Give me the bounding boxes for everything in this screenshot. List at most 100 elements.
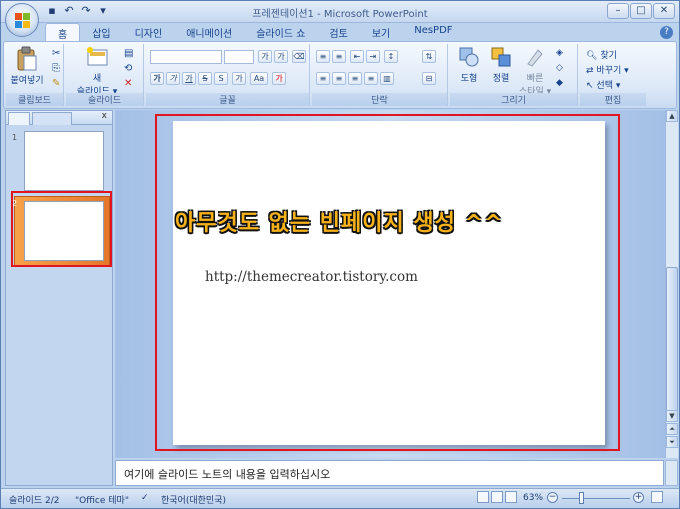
shapes-label: 도형 <box>460 74 478 84</box>
align-text-icon[interactable]: ⊟ <box>422 72 436 85</box>
columns-icon[interactable]: ▥ <box>380 72 394 85</box>
close-button[interactable]: ✕ <box>653 3 675 19</box>
align-center-icon[interactable]: ≡ <box>332 72 346 85</box>
notes-scrollbar[interactable] <box>665 460 678 486</box>
quick-styles-button[interactable]: 빠른 스타일 ▾ <box>518 46 552 97</box>
paste-button[interactable]: 붙여넣기 <box>10 46 44 86</box>
replace-label: 바꾸기 ▾ <box>596 66 629 76</box>
paragraph-group-label: 단락 <box>312 93 447 106</box>
new-slide-button[interactable]: 새 슬라이드 ▾ <box>70 46 124 97</box>
vertical-scrollbar[interactable]: ▲ ▼ ⏶ ⏷ <box>665 110 678 458</box>
decrease-indent-icon[interactable]: ⇤ <box>350 50 364 63</box>
bullets-icon[interactable]: ≡ <box>316 50 330 63</box>
minimize-button[interactable]: – <box>607 3 629 19</box>
language[interactable]: 한국어(대한민국) <box>161 493 226 506</box>
notes-pane[interactable]: 여기에 슬라이드 노트의 내용을 입력하십시오 <box>115 460 664 486</box>
replace-button[interactable]: ⇄ 바꾸기 ▾ <box>586 63 629 76</box>
zoom-level[interactable]: 63% <box>523 493 543 503</box>
replace-icon: ⇄ <box>586 66 594 76</box>
shadow-button[interactable]: S <box>214 72 228 85</box>
shape-fill-icon[interactable]: ◈ <box>556 48 563 58</box>
zoom-in-icon[interactable]: + <box>633 492 644 503</box>
font-name-select[interactable] <box>150 50 222 64</box>
help-icon[interactable]: ? <box>660 26 673 39</box>
scroll-down-icon[interactable]: ▼ <box>666 410 678 422</box>
shapes-button[interactable]: 도형 <box>454 46 484 84</box>
zoom-slider-track[interactable] <box>562 498 630 499</box>
copy-icon[interactable]: ⎘ <box>52 63 60 74</box>
new-slide-icon <box>87 47 108 66</box>
save-icon[interactable]: ▪ <box>45 4 59 18</box>
office-button[interactable] <box>5 3 39 37</box>
undo-icon[interactable]: ↶ <box>62 4 76 18</box>
zoom-out-icon[interactable]: − <box>547 492 558 503</box>
select-icon: ↖ <box>586 81 594 91</box>
bold-button[interactable]: 가 <box>150 72 164 85</box>
tab-home[interactable]: 홈 <box>45 23 81 41</box>
tab-animations[interactable]: 애니메이션 <box>174 23 244 41</box>
maximize-button[interactable]: □ <box>630 3 652 19</box>
tab-slideshow[interactable]: 슬라이드 쇼 <box>244 23 317 41</box>
format-painter-icon[interactable]: ✎ <box>52 78 60 89</box>
italic-button[interactable]: 가 <box>166 72 180 85</box>
select-button[interactable]: ↖ 선택 ▾ <box>586 78 620 91</box>
slides-pane: x 1 2 <box>5 110 113 486</box>
previous-slide-icon[interactable]: ⏶ <box>666 423 678 435</box>
find-button[interactable]: 🔍︎ 찾기 <box>586 48 617 61</box>
normal-view-icon[interactable] <box>477 491 489 503</box>
align-left-icon[interactable]: ≡ <box>316 72 330 85</box>
tab-insert[interactable]: 삽입 <box>80 23 122 41</box>
scroll-up-icon[interactable]: ▲ <box>666 110 678 122</box>
thumbnail-red-highlight <box>11 191 112 267</box>
tab-nespdf[interactable]: NesPDF <box>402 23 464 41</box>
clear-format-icon[interactable]: ⌫ <box>292 50 306 63</box>
fit-to-window-icon[interactable] <box>651 491 663 503</box>
shape-effects-icon[interactable]: ◆ <box>556 78 563 88</box>
align-right-icon[interactable]: ≡ <box>348 72 362 85</box>
customize-qat-icon[interactable]: ▾ <box>96 4 110 18</box>
strikethrough-button[interactable]: S <box>198 72 212 85</box>
line-spacing-icon[interactable]: ↕ <box>384 50 398 63</box>
tab-view[interactable]: 보기 <box>360 23 402 41</box>
cut-icon[interactable]: ✂ <box>52 48 60 59</box>
redo-icon[interactable]: ↷ <box>79 4 93 18</box>
font-color-button[interactable]: 가 <box>272 72 286 85</box>
slide-sorter-icon[interactable] <box>491 491 503 503</box>
quick-styles-label-1: 빠른 <box>526 74 544 84</box>
reset-icon[interactable]: ⟲ <box>124 63 132 74</box>
font-size-select[interactable] <box>224 50 254 64</box>
change-case-button[interactable]: Aa <box>250 72 268 85</box>
drawing-group-label: 그리기 <box>450 93 577 106</box>
arrange-button[interactable]: 정렬 <box>486 46 516 84</box>
zoom-slider-knob[interactable] <box>579 492 584 504</box>
grow-font-button[interactable]: 가 <box>258 50 272 63</box>
numbering-icon[interactable]: ≡ <box>332 50 346 63</box>
slide-thumbnail-1[interactable] <box>24 131 104 191</box>
tab-slides[interactable] <box>8 112 30 125</box>
tab-design[interactable]: 디자인 <box>123 23 175 41</box>
status-bar: 슬라이드 2/2 "Office 테마" ✓ 한국어(대한민국) 63% − + <box>1 488 679 508</box>
font-group-label: 글꼴 <box>146 93 309 106</box>
slide-red-highlight <box>155 114 620 451</box>
shape-outline-icon[interactable]: ◇ <box>556 63 563 73</box>
slide-position: 슬라이드 2/2 <box>9 496 60 506</box>
powerpoint-window: 프레젠테이션1 - Microsoft PowerPoint ▪ ↶ ↷ ▾ –… <box>0 0 680 509</box>
next-slide-icon[interactable]: ⏷ <box>666 436 678 448</box>
tab-outline[interactable] <box>32 112 72 125</box>
shrink-font-button[interactable]: 가 <box>274 50 288 63</box>
spellcheck-icon[interactable]: ✓ <box>141 493 149 503</box>
tab-review[interactable]: 검토 <box>317 23 359 41</box>
quick-access-toolbar: ▪ ↶ ↷ ▾ <box>45 4 110 18</box>
underline-button[interactable]: 가 <box>182 72 196 85</box>
char-spacing-button[interactable]: 가 <box>232 72 246 85</box>
new-slide-label-1: 새 <box>92 74 102 84</box>
scroll-thumb[interactable] <box>666 267 678 415</box>
slideshow-view-icon[interactable] <box>505 491 517 503</box>
delete-slide-icon[interactable]: ✕ <box>124 78 132 89</box>
increase-indent-icon[interactable]: ⇥ <box>366 50 380 63</box>
pane-close-button[interactable]: x <box>102 111 107 121</box>
editing-group: 🔍︎ 찾기 ⇄ 바꾸기 ▾ ↖ 선택 ▾ 편집 <box>580 44 646 106</box>
layout-icon[interactable]: ▤ <box>124 48 133 59</box>
justify-icon[interactable]: ≡ <box>364 72 378 85</box>
text-direction-icon[interactable]: ⇅ <box>422 50 436 63</box>
